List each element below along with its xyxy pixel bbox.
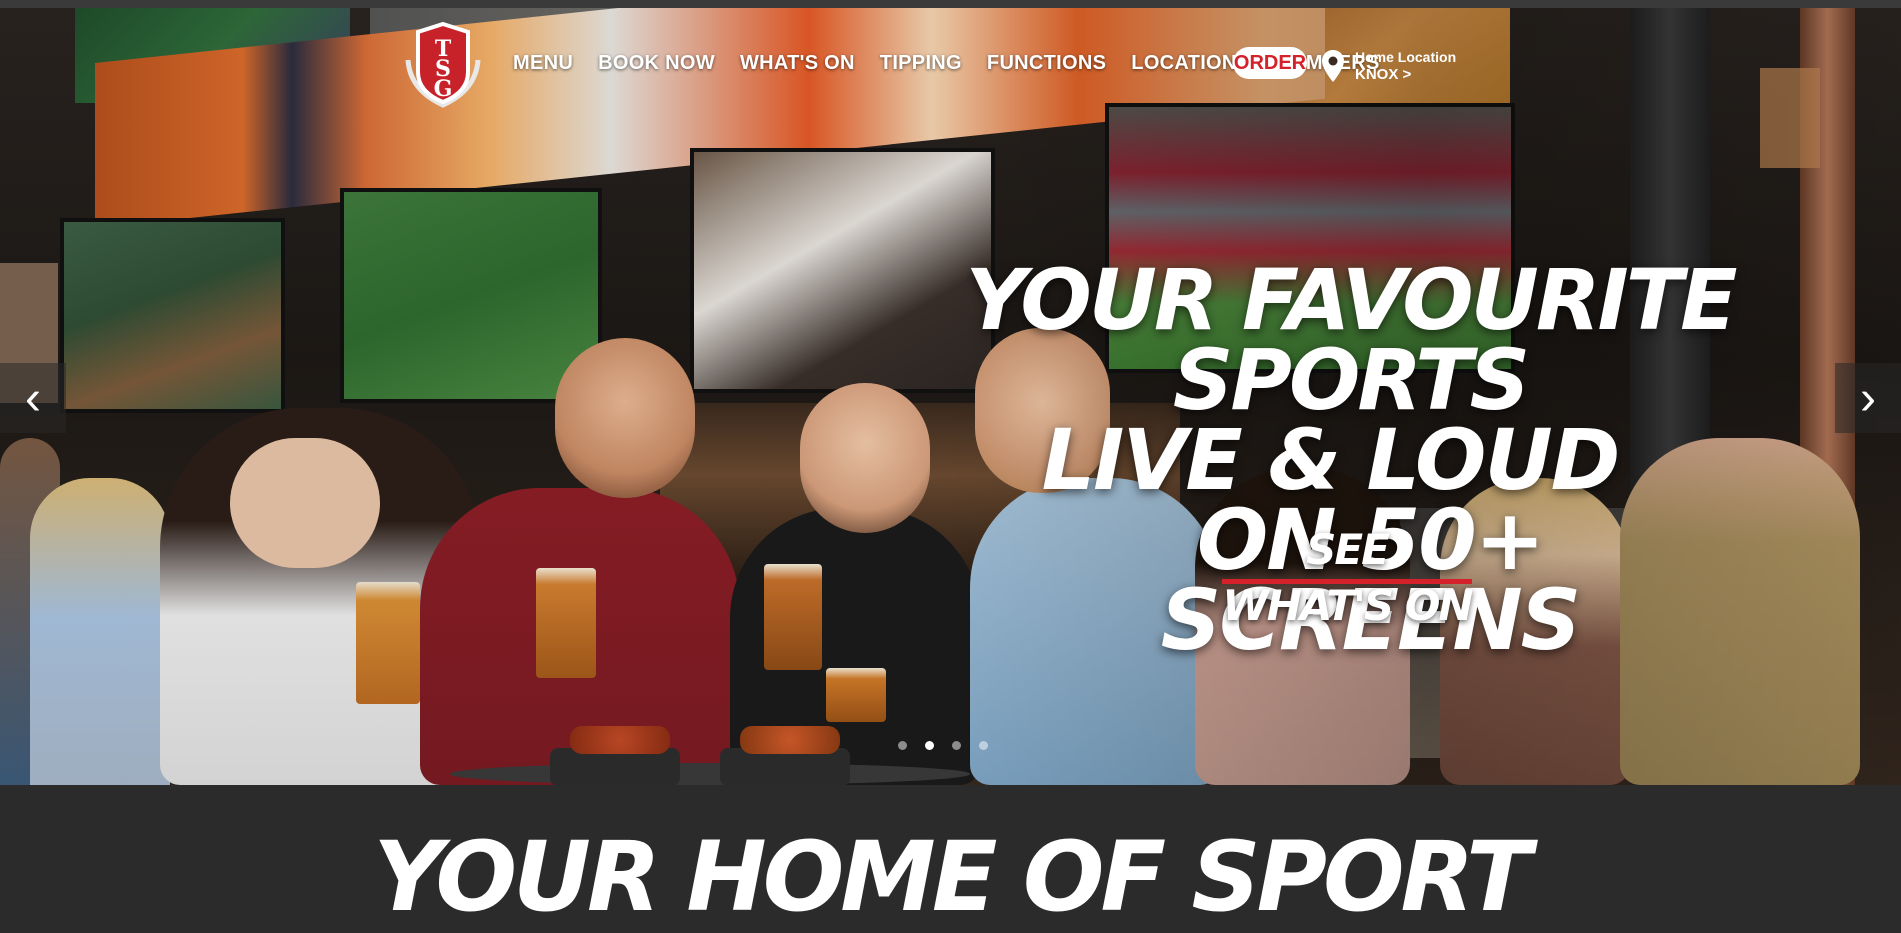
nav-menu[interactable]: MENU [513,52,573,75]
tsg-logo[interactable]: T S G [398,20,488,110]
carousel-dot-3[interactable] [952,741,961,750]
see-whats-on-button[interactable]: SEE WHAT'S ON [1222,522,1474,630]
home-location-caption: Home Location [1355,49,1457,65]
order-button[interactable]: ORDER [1233,47,1307,79]
carousel-next-button[interactable]: › [1835,363,1901,433]
hero-headline-line-2: LIVE & LOUD [1041,411,1621,509]
section-title: YOUR HOME OF SPORT [373,821,1531,933]
chevron-left-icon: ‹ [25,371,41,425]
carousel-dot-2[interactable] [925,741,934,750]
top-strip [0,0,1901,8]
nav-functions[interactable]: FUNCTIONS [987,52,1106,75]
main-navigation: T S G MENU BOOK NOW WHAT'S ON TIPPING FU… [0,8,1901,118]
location-pin-icon [1322,50,1344,82]
tsg-logo-icon: T S G [405,21,481,108]
logo-letter-g: G [434,76,453,102]
hero-headline-line-1: YOUR FAVOURITE SPORTS [965,251,1737,429]
hero-carousel: T S G MENU BOOK NOW WHAT'S ON TIPPING FU… [0,8,1901,785]
nav-whats-on[interactable]: WHAT'S ON [740,52,855,75]
carousel-dot-1[interactable] [898,741,907,750]
home-location-selector[interactable]: Home Location KNOX > [1321,46,1456,86]
home-of-sport-section: YOUR HOME OF SPORT [0,785,1901,927]
nav-tipping[interactable]: TIPPING [880,52,962,75]
carousel-pagination [898,741,988,750]
chevron-right-icon: › [1860,371,1876,425]
carousel-prev-button[interactable]: ‹ [0,363,66,433]
nav-book-now[interactable]: BOOK NOW [598,52,715,75]
carousel-dot-4[interactable] [979,741,988,750]
home-location-value: KNOX > [1355,66,1412,83]
